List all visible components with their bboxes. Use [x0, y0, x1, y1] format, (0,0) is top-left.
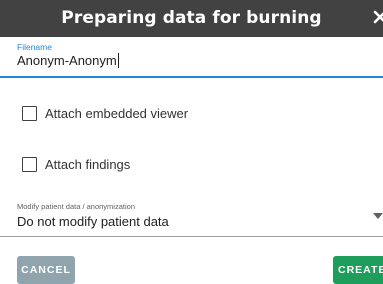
- findings-label: Attach findings: [45, 156, 131, 172]
- modify-selected-value[interactable]: Do not modify patient data: [17, 213, 169, 231]
- embedded-viewer-option[interactable]: Attach embedded viewer: [22, 104, 188, 122]
- filename-label: Filename: [17, 42, 52, 52]
- create-button[interactable]: CREATE: [333, 256, 383, 284]
- filename-field[interactable]: Filename Anonym-Anonym: [0, 42, 383, 78]
- burn-dialog: Preparing data for burning Filename Anon…: [0, 0, 383, 284]
- findings-checkbox[interactable]: [22, 156, 37, 172]
- dialog-titlebar: Preparing data for burning: [0, 0, 383, 37]
- filename-underline: [0, 76, 383, 78]
- filename-input[interactable]: Anonym-Anonym: [17, 52, 117, 70]
- embedded-viewer-checkbox[interactable]: [22, 105, 37, 121]
- modify-patient-select[interactable]: Modify patient data / anonymization Do n…: [0, 202, 383, 238]
- modify-underline: [0, 236, 383, 237]
- close-icon[interactable]: [372, 8, 383, 28]
- chevron-down-icon[interactable]: [373, 213, 383, 219]
- cancel-button[interactable]: CANCEL: [17, 256, 75, 284]
- embedded-viewer-label: Attach embedded viewer: [45, 105, 189, 121]
- text-cursor: [117, 53, 119, 68]
- findings-option[interactable]: Attach findings: [22, 155, 130, 173]
- modify-label: Modify patient data / anonymization: [17, 202, 135, 211]
- dialog-title: Preparing data for burning: [61, 8, 322, 28]
